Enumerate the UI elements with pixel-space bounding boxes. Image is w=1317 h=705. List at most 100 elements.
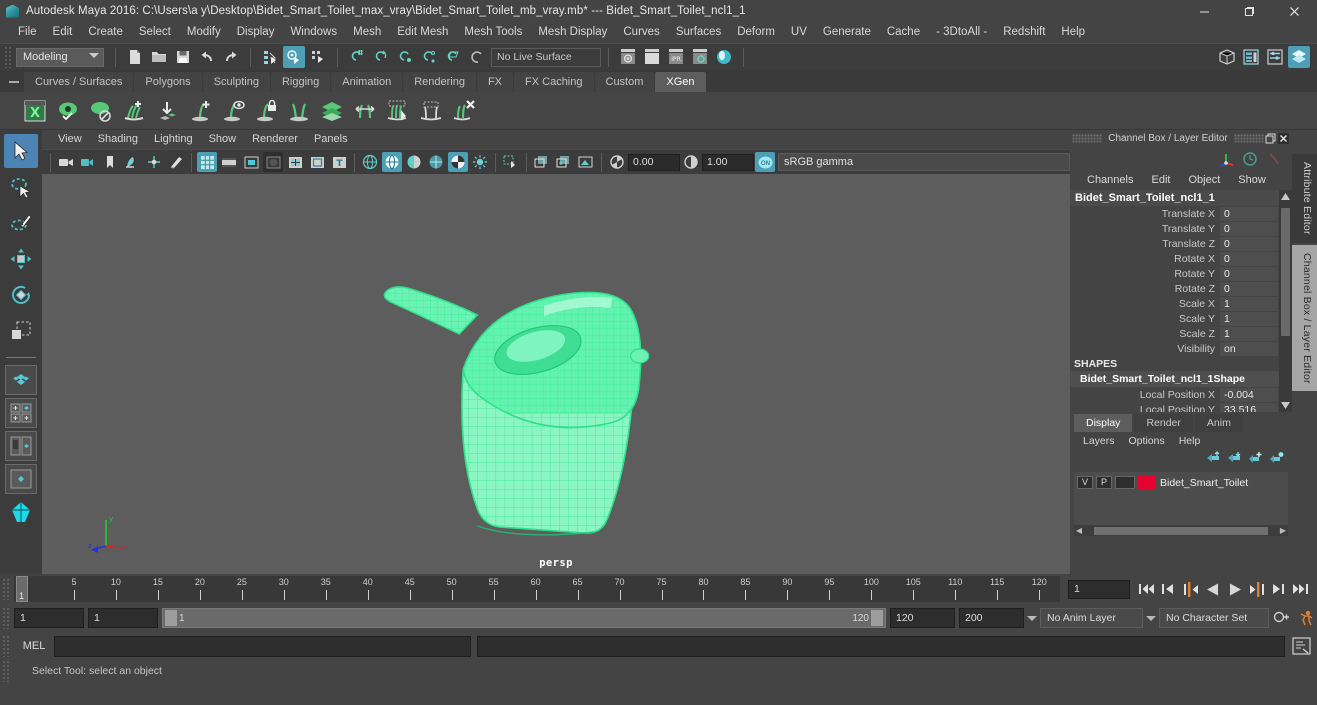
select-camera-icon[interactable] (56, 152, 76, 172)
layer-color-swatch[interactable] (1138, 476, 1155, 489)
menu-modify[interactable]: Modify (179, 22, 229, 43)
field-chart-icon[interactable] (285, 152, 305, 172)
channel-value[interactable]: 0 (1220, 281, 1278, 296)
layer-tab-anim[interactable]: Anim (1194, 414, 1243, 432)
maximize-button[interactable] (1227, 0, 1272, 22)
step-forward-key-icon[interactable] (1246, 578, 1267, 600)
step-forward-frame-icon[interactable] (1268, 578, 1289, 600)
film-gate-icon[interactable] (219, 152, 239, 172)
gamma-icon[interactable] (681, 152, 701, 172)
bookmark-icon[interactable] (100, 152, 120, 172)
anim-end-field[interactable]: 200 (959, 608, 1024, 628)
shelf-tab-xgen[interactable]: XGen (655, 72, 706, 92)
live-surface-field[interactable]: No Live Surface (491, 47, 601, 67)
xray-joints-icon[interactable] (554, 152, 574, 172)
character-set-dropdown-arrow[interactable] (1143, 608, 1159, 628)
xgen-place-icon[interactable] (150, 94, 183, 127)
shelf-tab-custom[interactable]: Custom (594, 72, 655, 92)
shelf-tab-fx[interactable]: FX (476, 72, 514, 92)
shaded-wireframe-icon[interactable] (426, 152, 446, 172)
shelf-tab-curves-surfaces[interactable]: Curves / Surfaces (24, 72, 134, 92)
color-management-field[interactable]: sRGB gamma (778, 153, 1070, 171)
layer-menu-layers[interactable]: Layers (1076, 432, 1122, 450)
menu-edit[interactable]: Edit (45, 22, 81, 43)
safe-title-icon[interactable]: T (329, 152, 349, 172)
channel-value[interactable]: -0.004 (1220, 387, 1278, 402)
animation-preferences-icon[interactable] (1294, 607, 1316, 629)
xgen-guide-preview-icon[interactable] (216, 94, 249, 127)
scroll-up-arrow-icon[interactable] (1279, 190, 1292, 203)
manipulator-axes-icon[interactable] (1215, 148, 1237, 170)
menu-mesh-tools[interactable]: Mesh Tools (456, 22, 530, 43)
current-time-indicator[interactable]: 1 (16, 576, 28, 602)
color-management-toggle-icon[interactable]: ON (755, 152, 775, 172)
menu-mesh[interactable]: Mesh (345, 22, 389, 43)
current-frame-field[interactable]: 1 (1068, 579, 1130, 599)
textured-icon[interactable] (448, 152, 468, 172)
exposure-icon[interactable] (607, 152, 627, 172)
xgen-disable-preview-icon[interactable] (84, 94, 117, 127)
layer-menu-options[interactable]: Options (1122, 432, 1172, 450)
xgen-add-guide-icon[interactable] (183, 94, 216, 127)
close-button[interactable] (1272, 0, 1317, 22)
xgen-editor-icon[interactable]: X (18, 94, 51, 127)
panel-drag-handle-right[interactable] (1234, 134, 1264, 143)
scrollbar-thumb[interactable] (1281, 208, 1290, 336)
shelf-tab-polygons[interactable]: Polygons (134, 72, 202, 92)
scroll-right-arrow-icon[interactable]: ▶ (1278, 526, 1288, 535)
xgen-preview-icon[interactable] (51, 94, 84, 127)
layer-visibility-toggle[interactable]: V (1077, 476, 1093, 489)
command-language-label[interactable]: MEL (14, 640, 54, 652)
menu-uv[interactable]: UV (783, 22, 815, 43)
menu-select[interactable]: Select (131, 22, 179, 43)
layer-playback-toggle[interactable]: P (1096, 476, 1112, 489)
save-scene-icon[interactable] (172, 46, 194, 68)
menu-help[interactable]: Help (1053, 22, 1093, 43)
dock-tab-attribute-editor[interactable]: Attribute Editor (1292, 154, 1317, 243)
channel-value[interactable]: 1 (1220, 296, 1278, 311)
3d-viewport[interactable]: y x z persp (42, 174, 1070, 574)
hypershade-icon[interactable] (713, 46, 735, 68)
ipr-render-icon[interactable]: IPR (665, 46, 687, 68)
flat-shade-icon[interactable] (404, 152, 424, 172)
scroll-left-arrow-icon[interactable]: ◀ (1074, 526, 1084, 535)
menu-generate[interactable]: Generate (815, 22, 879, 43)
menu-edit-mesh[interactable]: Edit Mesh (389, 22, 456, 43)
channel-value[interactable]: 0 (1220, 266, 1278, 281)
range-end-handle[interactable] (871, 610, 883, 626)
snap-to-curve-icon[interactable] (370, 46, 392, 68)
range-start-handle[interactable] (165, 610, 177, 626)
paint-select-tool[interactable] (4, 206, 38, 240)
shelf-tab-sculpting[interactable]: Sculpting (202, 72, 270, 92)
two-pane-side-layout[interactable] (5, 431, 37, 461)
two-pane-stacked-layout[interactable] (5, 464, 37, 494)
xgen-delete-guide-icon[interactable] (447, 94, 480, 127)
shelf-tab-rigging[interactable]: Rigging (270, 72, 331, 92)
xray-icon[interactable] (532, 152, 552, 172)
range-start-field[interactable]: 1 (88, 608, 158, 628)
script-editor-icon[interactable] (1288, 635, 1314, 657)
snap-to-point-icon[interactable] (394, 46, 416, 68)
status-line-gripper[interactable] (4, 46, 13, 68)
scroll-down-arrow-icon[interactable] (1279, 399, 1292, 412)
menu-create[interactable]: Create (80, 22, 131, 43)
anim-layer-combo[interactable]: No Anim Layer (1040, 608, 1143, 628)
redo-icon[interactable] (220, 46, 242, 68)
viewport-menu-shading[interactable]: Shading (90, 130, 146, 149)
snap-to-projected-center-icon[interactable] (418, 46, 440, 68)
shelf-tab-fx-caching[interactable]: FX Caching (514, 72, 594, 92)
new-layer-from-selected-icon[interactable] (1269, 451, 1284, 469)
resolution-gate-icon[interactable] (241, 152, 261, 172)
snap-to-view-plane-icon[interactable] (442, 46, 464, 68)
channel-menu-channels[interactable]: Channels (1078, 171, 1142, 190)
gate-mask-icon[interactable] (263, 152, 283, 172)
move-tool[interactable] (4, 242, 38, 276)
range-slider-gripper[interactable] (2, 607, 11, 629)
shelf-collapse-button[interactable] (4, 72, 24, 92)
layer-list-hscrollbar[interactable]: ◀ ▶ (1074, 525, 1288, 536)
grid-icon[interactable] (197, 152, 217, 172)
new-layer-icon[interactable] (1248, 451, 1263, 469)
channel-value[interactable]: 0 (1220, 236, 1278, 251)
command-line-gripper[interactable] (2, 635, 11, 657)
step-back-frame-icon[interactable] (1158, 578, 1179, 600)
